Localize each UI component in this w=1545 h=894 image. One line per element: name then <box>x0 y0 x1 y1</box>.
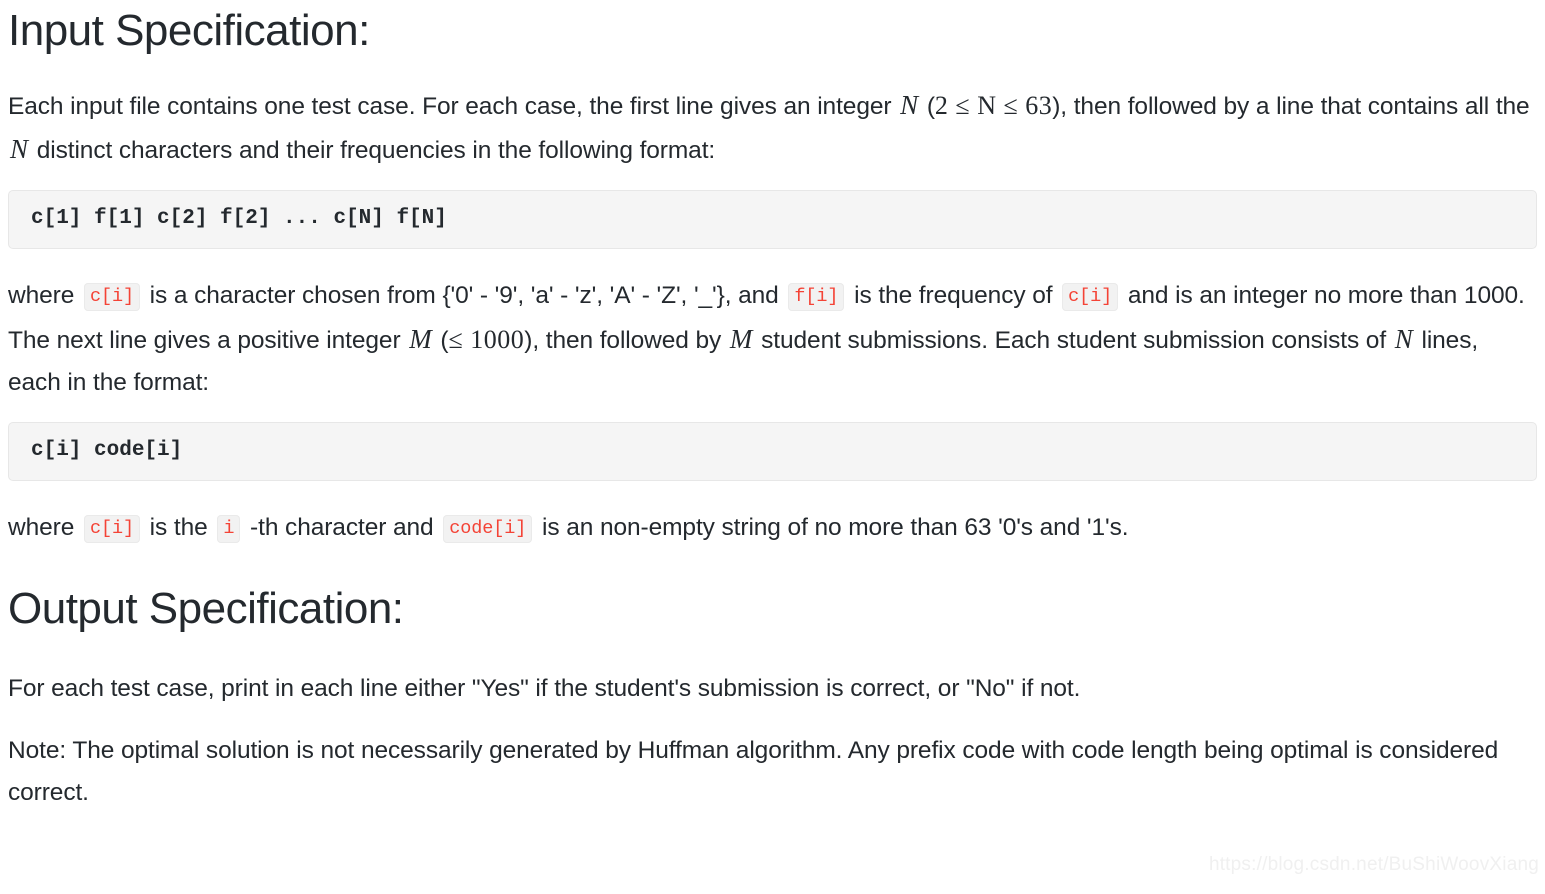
para3-text-1: where <box>8 514 81 541</box>
math-var-n-3: N <box>1394 324 1413 354</box>
para1-text-3: ), then followed by a line that contains… <box>1052 93 1530 120</box>
inline-code-ci-3: c[i] <box>83 515 140 543</box>
output-specification-heading: Output Specification: <box>8 584 404 633</box>
para1-text-2: ( <box>920 93 935 120</box>
math-var-m-2: M <box>729 324 753 354</box>
output-spec-paragraph-1: For each test case, print in each line e… <box>8 675 1081 702</box>
inline-code-codei: code[i] <box>443 515 533 543</box>
inline-code-i: i <box>217 515 241 543</box>
code-block-input-format: c[1] f[1] c[2] f[2] ... c[N] f[N] <box>8 190 1537 249</box>
para2-text-1: where <box>8 282 81 309</box>
para2-text-6: ), then followed by <box>524 327 728 354</box>
math-range-m: ≤ 1000 <box>448 325 525 354</box>
para3-text-2: is the <box>142 514 215 541</box>
math-var-m-1: M <box>409 324 432 354</box>
output-spec-note-paragraph: Note: The optimal solution is not necess… <box>8 737 1499 806</box>
para3-text-4: is an non-empty string of no more than 6… <box>535 514 1129 541</box>
para3-text-3: -th character and <box>243 514 441 541</box>
para2-text-5: ( <box>433 327 449 354</box>
math-var-n-1: N <box>900 90 919 120</box>
input-spec-paragraph-1: Each input file contains one test case. … <box>8 84 1537 172</box>
para2-text-3: is the frequency of <box>847 282 1060 309</box>
input-spec-paragraph-3: where c[i] is the i -th character and co… <box>8 507 1537 550</box>
code-block-submission-format: c[i] code[i] <box>8 422 1537 481</box>
para1-text-4: distinct characters and their frequencie… <box>30 137 716 164</box>
para1-text-1: Each input file contains one test case. … <box>8 93 899 120</box>
inline-code-ci-1: c[i] <box>83 283 140 311</box>
para2-text-2: is a character chosen from {'0' - '9', '… <box>142 282 786 309</box>
inline-code-fi: f[i] <box>788 283 845 311</box>
inline-code-ci-2: c[i] <box>1062 283 1119 311</box>
math-range-n: 2 ≤ N ≤ 63 <box>934 91 1053 120</box>
csdn-blog-watermark: https://blog.csdn.net/BuShiWoovXiang <box>1208 854 1539 875</box>
para2-text-7: student submissions. Each student submis… <box>754 327 1393 354</box>
math-var-n-2: N <box>10 134 29 164</box>
input-spec-paragraph-2: where c[i] is a character chosen from {'… <box>8 275 1537 404</box>
document-page: Input Specification: Each input file con… <box>0 0 1545 894</box>
input-specification-heading: Input Specification: <box>8 6 370 55</box>
